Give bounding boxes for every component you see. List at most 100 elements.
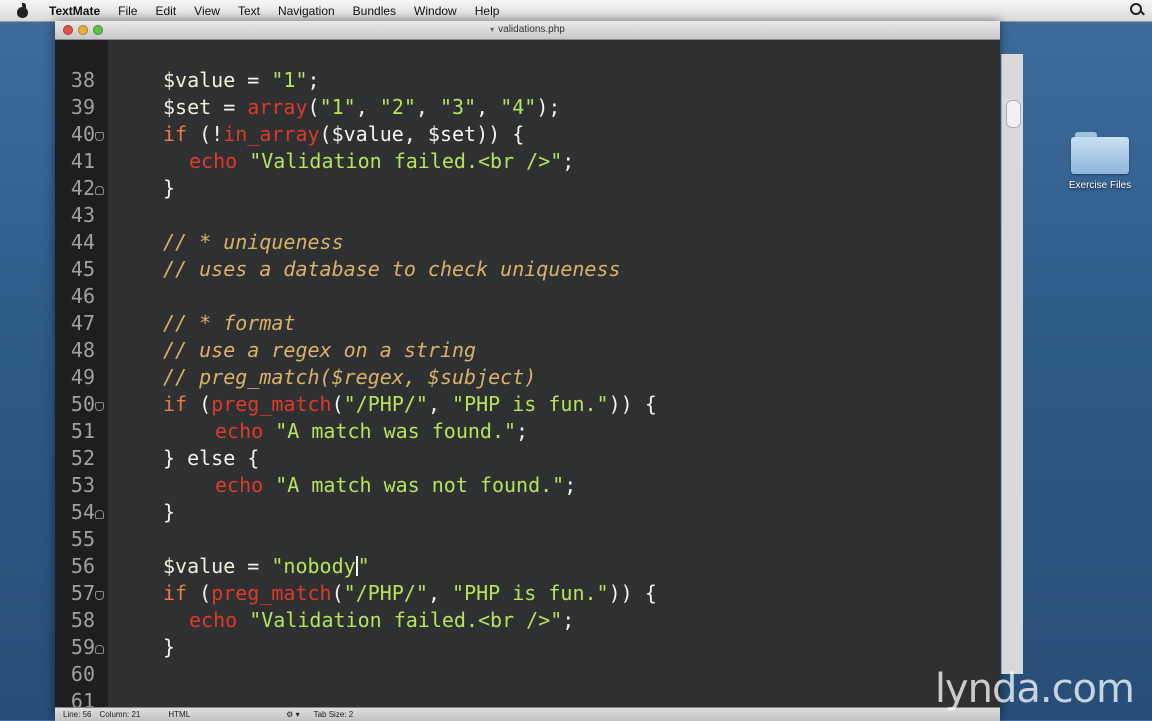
code-line[interactable]: 53 echo "A match was not found."; — [55, 472, 1000, 499]
menu-edit[interactable]: Edit — [146, 4, 185, 18]
code-token: "/PHP/" — [343, 392, 428, 416]
apple-menu-icon[interactable] — [16, 2, 30, 18]
menu-bundles[interactable]: Bundles — [344, 4, 405, 18]
line-number: 56 — [70, 554, 95, 578]
menu-navigation[interactable]: Navigation — [269, 4, 344, 18]
code-line[interactable]: 49 // preg_match($regex, $subject) — [55, 364, 1000, 391]
code-token: (! — [187, 122, 224, 146]
status-column: Column: 21 — [99, 710, 141, 719]
menu-text[interactable]: Text — [229, 4, 269, 18]
code-line[interactable]: 38 $value = "1"; — [55, 67, 1000, 94]
code-line[interactable]: 57 if (preg_match("/PHP/", "PHP is fun.")… — [55, 580, 1000, 607]
code-line[interactable]: 45 // uses a database to check uniqueness — [55, 256, 1000, 283]
menu-app-name[interactable]: TextMate — [40, 4, 109, 18]
line-number: 39 — [70, 95, 95, 119]
line-number: 55 — [70, 527, 95, 551]
code-token: echo — [215, 473, 264, 497]
symbol-popup[interactable]: ⚙ ▾ — [286, 710, 299, 719]
code-line[interactable]: 60 — [55, 661, 1000, 688]
code-line[interactable]: 46 — [55, 283, 1000, 310]
code-text: } — [163, 499, 175, 526]
code-token: } — [163, 635, 176, 659]
code-token: // * format — [163, 311, 296, 335]
code-token: if — [163, 581, 188, 605]
code-token: ; — [516, 419, 529, 443]
code-token: "Validation failed.<br />" — [249, 608, 563, 632]
code-line[interactable]: 52} else { — [55, 445, 1000, 472]
code-line[interactable]: 54} — [55, 499, 1000, 526]
code-token: // * uniqueness — [163, 230, 344, 254]
code-token: "/PHP/" — [343, 581, 428, 605]
code-line[interactable]: 39 $set = array("1", "2", "3", "4"); — [55, 94, 1000, 121]
code-token: in_array — [223, 122, 320, 146]
code-token: "1" — [271, 68, 308, 92]
code-editor[interactable]: 38 $value = "1"; 39 $set = array("1", "2", … — [55, 40, 1000, 707]
code-line[interactable]: 51 echo "A match was found."; — [55, 418, 1000, 445]
fold-marker-icon[interactable] — [95, 402, 104, 411]
code-line[interactable]: 41 echo "Validation failed.<br />"; — [55, 148, 1000, 175]
code-text: // use a regex on a string — [163, 337, 476, 364]
spotlight-search-icon[interactable] — [1130, 3, 1144, 17]
code-line[interactable]: 47 // * format — [55, 310, 1000, 337]
menu-file[interactable]: File — [109, 4, 146, 18]
code-line[interactable]: 55 — [55, 526, 1000, 553]
code-text: echo "A match was not found."; — [215, 472, 576, 499]
code-token: , — [415, 95, 440, 119]
language-selector[interactable]: HTML — [168, 710, 190, 719]
code-token: ; — [562, 608, 575, 632]
editor-window: ▾ validations.php 38 $value = "1"; 39 $set =… — [55, 21, 1000, 721]
code-line[interactable]: 56 $value = "nobody " — [55, 553, 1000, 580]
menu-view[interactable]: View — [185, 4, 229, 18]
line-number: 50 — [70, 392, 95, 416]
fold-marker-icon[interactable] — [95, 186, 104, 195]
code-token: "PHP is fun." — [452, 392, 609, 416]
fold-marker-icon[interactable] — [95, 132, 104, 141]
code-token: "A match was found." — [275, 419, 517, 443]
fold-marker-icon[interactable] — [95, 645, 104, 654]
code-text: echo "Validation failed.<br />"; — [189, 148, 574, 175]
code-line[interactable]: 42} — [55, 175, 1000, 202]
tab-size-selector[interactable]: Tab Size: 2 — [314, 710, 354, 719]
line-number: 59 — [70, 635, 95, 659]
code-token: preg_match — [211, 392, 332, 416]
line-number: 54 — [70, 500, 95, 524]
window-titlebar: ▾ validations.php — [55, 21, 1000, 40]
line-number: 38 — [70, 68, 95, 92]
menu-help[interactable]: Help — [466, 4, 509, 18]
code-line[interactable]: 61 — [55, 688, 1000, 707]
lynda-watermark: lynda.com — [934, 666, 1135, 712]
code-line[interactable]: 40 if (!in_array($value, $set)) { — [55, 121, 1000, 148]
code-line[interactable]: 43 — [55, 202, 1000, 229]
fold-marker-icon[interactable] — [95, 591, 104, 600]
code-line[interactable]: 44 // * uniqueness — [55, 229, 1000, 256]
code-text: // * format — [163, 310, 295, 337]
scrollbar-thumb[interactable] — [1006, 100, 1021, 128]
code-line[interactable]: 58 echo "Validation failed.<br />"; — [55, 607, 1000, 634]
menu-bar: TextMate File Edit View Text Navigation … — [0, 0, 1152, 22]
vertical-scrollbar[interactable] — [1001, 54, 1023, 674]
code-token: $value — [163, 68, 236, 92]
code-line[interactable]: 48 // use a regex on a string — [55, 337, 1000, 364]
code-line[interactable]: 50 if (preg_match("/PHP/", "PHP is fun.")… — [55, 391, 1000, 418]
code-token: } — [163, 176, 176, 200]
code-token: echo — [215, 419, 264, 443]
folder-icon — [1071, 130, 1129, 174]
code-token: , — [355, 95, 380, 119]
fold-marker-icon[interactable] — [95, 510, 104, 519]
code-token: if — [163, 122, 188, 146]
line-number: 51 — [70, 419, 95, 443]
code-text: // uses a database to check uniqueness — [163, 256, 621, 283]
code-token: "PHP is fun." — [452, 581, 609, 605]
code-token: ; — [564, 473, 577, 497]
code-text: $set = array("1", "2", "3", "4"); — [163, 94, 560, 121]
code-token: ( — [187, 581, 212, 605]
desktop-folder[interactable]: Exercise Files — [1056, 130, 1144, 191]
window-title: ▾ validations.php — [55, 24, 1000, 35]
line-number: 40 — [70, 122, 95, 146]
menu-window[interactable]: Window — [405, 4, 466, 18]
code-line[interactable]: 59} — [55, 634, 1000, 661]
